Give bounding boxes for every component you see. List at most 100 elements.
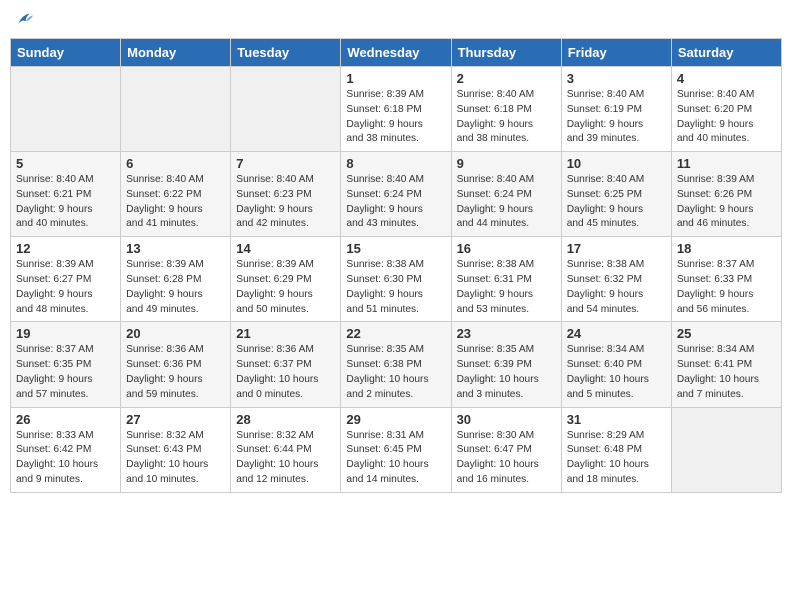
day-info: Sunrise: 8:34 AM Sunset: 6:41 PM Dayligh…: [677, 343, 776, 402]
day-number: 13: [126, 241, 225, 256]
calendar-cell: 12 Sunrise: 8:39 AM Sunset: 6:27 PM Dayli…: [11, 237, 121, 322]
day-number: 31: [567, 412, 666, 427]
day-number: 18: [677, 241, 776, 256]
week-row-4: 19 Sunrise: 8:37 AM Sunset: 6:35 PM Dayli…: [11, 322, 782, 407]
day-number: 6: [126, 156, 225, 171]
day-number: 5: [16, 156, 115, 171]
day-info: Sunrise: 8:39 AM Sunset: 6:28 PM Dayligh…: [126, 258, 225, 317]
calendar-cell: 28 Sunrise: 8:32 AM Sunset: 6:44 PM Dayli…: [231, 407, 341, 492]
day-info: Sunrise: 8:40 AM Sunset: 6:24 PM Dayligh…: [346, 173, 445, 232]
calendar-cell: [671, 407, 781, 492]
weekday-header-saturday: Saturday: [671, 39, 781, 67]
day-info: Sunrise: 8:39 AM Sunset: 6:27 PM Dayligh…: [16, 258, 115, 317]
calendar-cell: 14Sunrise: 8:39 AM Sunset: 6:29 PM Dayli…: [231, 237, 341, 322]
day-number: 22: [346, 326, 445, 341]
calendar-cell: 19 Sunrise: 8:37 AM Sunset: 6:35 PM Dayli…: [11, 322, 121, 407]
calendar-cell: 26 Sunrise: 8:33 AM Sunset: 6:42 PM Dayli…: [11, 407, 121, 492]
day-info: Sunrise: 8:32 AM Sunset: 6:43 PM Dayligh…: [126, 429, 225, 488]
day-number: 27: [126, 412, 225, 427]
calendar-cell: 25 Sunrise: 8:34 AM Sunset: 6:41 PM Dayli…: [671, 322, 781, 407]
calendar-cell: 27 Sunrise: 8:32 AM Sunset: 6:43 PM Dayli…: [121, 407, 231, 492]
day-info: Sunrise: 8:37 AM Sunset: 6:35 PM Dayligh…: [16, 343, 115, 402]
day-number: 1: [346, 71, 445, 86]
day-number: 30: [457, 412, 556, 427]
weekday-header-row: SundayMondayTuesdayWednesdayThursdayFrid…: [11, 39, 782, 67]
calendar-cell: 22 Sunrise: 8:35 AM Sunset: 6:38 PM Dayli…: [341, 322, 451, 407]
week-row-2: 5 Sunrise: 8:40 AM Sunset: 6:21 PM Daylig…: [11, 152, 782, 237]
day-number: 7: [236, 156, 335, 171]
day-info: Sunrise: 8:38 AM Sunset: 6:32 PM Dayligh…: [567, 258, 666, 317]
calendar-cell: 10 Sunrise: 8:40 AM Sunset: 6:25 PM Dayli…: [561, 152, 671, 237]
calendar-cell: 5 Sunrise: 8:40 AM Sunset: 6:21 PM Daylig…: [11, 152, 121, 237]
calendar-cell: 21Sunrise: 8:36 AM Sunset: 6:37 PM Dayli…: [231, 322, 341, 407]
day-info: Sunrise: 8:40 AM Sunset: 6:21 PM Dayligh…: [16, 173, 115, 232]
day-info: Sunrise: 8:29 AM Sunset: 6:48 PM Dayligh…: [567, 429, 666, 488]
calendar-cell: 24 Sunrise: 8:34 AM Sunset: 6:40 PM Dayli…: [561, 322, 671, 407]
day-number: 2: [457, 71, 556, 86]
day-number: 14: [236, 241, 335, 256]
day-number: 10: [567, 156, 666, 171]
day-number: 19: [16, 326, 115, 341]
day-info: Sunrise: 8:33 AM Sunset: 6:42 PM Dayligh…: [16, 429, 115, 488]
day-number: 26: [16, 412, 115, 427]
calendar-cell: 8 Sunrise: 8:40 AM Sunset: 6:24 PM Daylig…: [341, 152, 451, 237]
calendar-table: SundayMondayTuesdayWednesdayThursdayFrid…: [10, 38, 782, 493]
calendar-cell: 17 Sunrise: 8:38 AM Sunset: 6:32 PM Dayli…: [561, 237, 671, 322]
weekday-header-wednesday: Wednesday: [341, 39, 451, 67]
day-number: 17: [567, 241, 666, 256]
day-info: Sunrise: 8:40 AM Sunset: 6:25 PM Dayligh…: [567, 173, 666, 232]
week-row-5: 26 Sunrise: 8:33 AM Sunset: 6:42 PM Dayli…: [11, 407, 782, 492]
weekday-header-monday: Monday: [121, 39, 231, 67]
day-number: 9: [457, 156, 556, 171]
calendar-cell: [231, 67, 341, 152]
day-info: Sunrise: 8:40 AM Sunset: 6:24 PM Dayligh…: [457, 173, 556, 232]
calendar-cell: 30 Sunrise: 8:30 AM Sunset: 6:47 PM Dayli…: [451, 407, 561, 492]
logo: [14, 10, 34, 30]
calendar-cell: 29Sunrise: 8:31 AM Sunset: 6:45 PM Dayli…: [341, 407, 451, 492]
calendar-cell: 18 Sunrise: 8:37 AM Sunset: 6:33 PM Dayli…: [671, 237, 781, 322]
calendar-cell: 16Sunrise: 8:38 AM Sunset: 6:31 PM Dayli…: [451, 237, 561, 322]
day-number: 29: [346, 412, 445, 427]
day-number: 4: [677, 71, 776, 86]
day-number: 3: [567, 71, 666, 86]
calendar-cell: [121, 67, 231, 152]
day-number: 12: [16, 241, 115, 256]
day-info: Sunrise: 8:35 AM Sunset: 6:39 PM Dayligh…: [457, 343, 556, 402]
day-info: Sunrise: 8:30 AM Sunset: 6:47 PM Dayligh…: [457, 429, 556, 488]
calendar-cell: 20 Sunrise: 8:36 AM Sunset: 6:36 PM Dayli…: [121, 322, 231, 407]
day-number: 20: [126, 326, 225, 341]
weekday-header-tuesday: Tuesday: [231, 39, 341, 67]
page-header: [10, 10, 782, 30]
day-info: Sunrise: 8:40 AM Sunset: 6:19 PM Dayligh…: [567, 88, 666, 147]
day-number: 25: [677, 326, 776, 341]
calendar-cell: 7 Sunrise: 8:40 AM Sunset: 6:23 PM Daylig…: [231, 152, 341, 237]
day-info: Sunrise: 8:35 AM Sunset: 6:38 PM Dayligh…: [346, 343, 445, 402]
day-number: 21: [236, 326, 335, 341]
calendar-cell: 11Sunrise: 8:39 AM Sunset: 6:26 PM Dayli…: [671, 152, 781, 237]
day-info: Sunrise: 8:38 AM Sunset: 6:31 PM Dayligh…: [457, 258, 556, 317]
week-row-3: 12 Sunrise: 8:39 AM Sunset: 6:27 PM Dayli…: [11, 237, 782, 322]
day-info: Sunrise: 8:32 AM Sunset: 6:44 PM Dayligh…: [236, 429, 335, 488]
calendar-cell: 15Sunrise: 8:38 AM Sunset: 6:30 PM Dayli…: [341, 237, 451, 322]
calendar-cell: 2 Sunrise: 8:40 AM Sunset: 6:18 PM Daylig…: [451, 67, 561, 152]
day-info: Sunrise: 8:36 AM Sunset: 6:36 PM Dayligh…: [126, 343, 225, 402]
weekday-header-thursday: Thursday: [451, 39, 561, 67]
logo-bird-icon: [16, 10, 34, 28]
weekday-header-sunday: Sunday: [11, 39, 121, 67]
day-number: 24: [567, 326, 666, 341]
calendar-cell: [11, 67, 121, 152]
day-info: Sunrise: 8:39 AM Sunset: 6:26 PM Dayligh…: [677, 173, 776, 232]
calendar-cell: 4Sunrise: 8:40 AM Sunset: 6:20 PM Daylig…: [671, 67, 781, 152]
calendar-cell: 3 Sunrise: 8:40 AM Sunset: 6:19 PM Daylig…: [561, 67, 671, 152]
calendar-cell: 23 Sunrise: 8:35 AM Sunset: 6:39 PM Dayli…: [451, 322, 561, 407]
day-number: 28: [236, 412, 335, 427]
day-info: Sunrise: 8:40 AM Sunset: 6:18 PM Dayligh…: [457, 88, 556, 147]
weekday-header-friday: Friday: [561, 39, 671, 67]
day-number: 8: [346, 156, 445, 171]
day-info: Sunrise: 8:34 AM Sunset: 6:40 PM Dayligh…: [567, 343, 666, 402]
calendar-cell: 6Sunrise: 8:40 AM Sunset: 6:22 PM Daylig…: [121, 152, 231, 237]
day-info: Sunrise: 8:40 AM Sunset: 6:23 PM Dayligh…: [236, 173, 335, 232]
day-info: Sunrise: 8:37 AM Sunset: 6:33 PM Dayligh…: [677, 258, 776, 317]
day-number: 23: [457, 326, 556, 341]
calendar-cell: 31 Sunrise: 8:29 AM Sunset: 6:48 PM Dayli…: [561, 407, 671, 492]
